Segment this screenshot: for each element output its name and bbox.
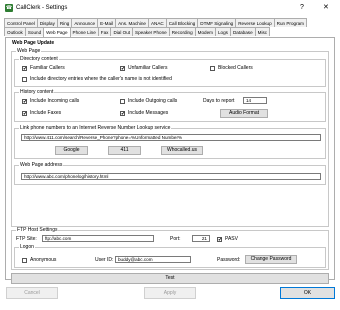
lookup-group: Link phone numbers to an Internet Revers… — [14, 125, 326, 159]
include-faxes-label: Include Faxes — [30, 110, 62, 116]
incoming-calls-checkbox[interactable]: ✔ — [22, 99, 27, 105]
tab-ring[interactable]: Ring — [56, 18, 73, 27]
tab-misc[interactable]: Misc — [254, 27, 271, 36]
tab-ans-machine[interactable]: Ans. Machine — [115, 18, 149, 27]
change-password-button[interactable]: Change Password — [245, 255, 297, 264]
web-page-address-input[interactable]: http://www.abc.com/phonelog/history.html — [21, 173, 321, 180]
ftp-group: FTP Host Settings FTP Site: ftp://abc.co… — [11, 227, 329, 270]
tab-database[interactable]: Database — [229, 27, 256, 36]
ok-button[interactable]: OK — [280, 287, 335, 299]
outgoing-calls-label: Include Outgoing calls — [128, 98, 178, 104]
pasv-label: PASV — [225, 236, 238, 242]
tab-control-panel[interactable]: Control Panel — [4, 18, 38, 27]
tab-row-1: Control Panel Display Ring Announce E-Mail An… — [4, 18, 307, 27]
web-page-panel: Web Page Update Web Page Directory conte… — [5, 37, 335, 284]
title-bar: ☎ CallClerk - Settings ? ✕ — [0, 0, 340, 16]
days-to-report-label: Days to report — [203, 98, 235, 104]
blocked-callers-checkbox[interactable] — [210, 66, 215, 71]
history-group: History content ✔ Include Incoming calls… — [14, 89, 326, 122]
tab-reverse-lookup[interactable]: Reverse Lookup — [235, 18, 275, 27]
include-faxes-checkbox[interactable]: ✔ — [22, 111, 27, 117]
tab-logs[interactable]: Logs — [215, 27, 231, 36]
tab-speaker-phone[interactable]: Speaker Phone — [132, 27, 170, 36]
include-messages-checkbox[interactable]: ✔ — [120, 111, 125, 117]
include-unidentified-label: Include directory entries where the call… — [30, 76, 172, 82]
user-id-input[interactable]: buddy@abc.com — [115, 256, 191, 263]
address-group: Web Page address http://www.abc.com/phon… — [14, 162, 326, 185]
address-legend: Web Page address — [19, 162, 64, 168]
unfamiliar-callers-label: Unfamiliar Callers — [128, 65, 168, 71]
pasv-checkbox[interactable]: ✔ — [217, 237, 222, 243]
tab-e-mail[interactable]: E-Mail — [97, 18, 117, 27]
include-unidentified-checkbox[interactable] — [22, 77, 27, 82]
tab-phone-line[interactable]: Phone Line — [69, 27, 99, 36]
tab-outlook[interactable]: Outlook — [4, 27, 26, 36]
lookup-legend: Link phone numbers to an Internet Revers… — [19, 125, 172, 131]
tab-fax[interactable]: Fax — [97, 27, 112, 36]
days-to-report-input[interactable]: 14 — [243, 97, 267, 104]
tab-dtmf-signaling[interactable]: DTMF Signaling — [197, 18, 237, 27]
unfamiliar-callers-checkbox[interactable]: ✔ — [120, 66, 125, 72]
anonymous-label: Anonymous — [30, 257, 57, 263]
tab-call-blocking[interactable]: Call Blocking — [165, 18, 199, 27]
window-title: CallClerk - Settings — [16, 5, 68, 11]
panel-title: Web Page Update — [12, 40, 55, 46]
user-id-label: User ID: — [95, 257, 114, 263]
include-messages-label: Include Messages — [128, 110, 169, 116]
411-button[interactable]: 411 — [108, 146, 141, 155]
lookup-url-input[interactable]: http://www.411.com/search/Reverse_Phone?… — [21, 134, 321, 141]
incoming-calls-label: Include Incoming calls — [30, 98, 80, 104]
google-button[interactable]: Google — [55, 146, 88, 155]
ftp-legend: FTP Host Settings — [16, 227, 59, 233]
web-page-legend: Web Page — [16, 48, 42, 54]
close-button[interactable]: ✕ — [323, 3, 329, 12]
outgoing-calls-checkbox[interactable] — [120, 99, 125, 104]
port-label: Port: — [170, 236, 181, 242]
help-button[interactable]: ? — [300, 3, 304, 12]
tab-anac[interactable]: ANAC — [147, 18, 167, 27]
audio-format-button[interactable]: Audio Format — [220, 109, 268, 118]
port-input[interactable]: 21 — [192, 235, 210, 242]
history-legend: History content — [19, 89, 55, 95]
directory-group: Directory content ✔ Familiar Callers ✔ U… — [14, 56, 326, 87]
tab-run-program[interactable]: Run Program — [273, 18, 307, 27]
web-page-group: Web Page Directory content ✔ Familiar Ca… — [11, 48, 329, 227]
password-label: Password: — [217, 257, 241, 263]
ftp-site-label: FTP Site: — [16, 236, 37, 242]
blocked-callers-label: Blocked Callers — [218, 65, 253, 71]
cancel-button[interactable]: Cancel — [6, 287, 58, 299]
tab-announce[interactable]: Announce — [71, 18, 99, 27]
apply-button[interactable]: Apply — [144, 287, 196, 299]
tab-recording[interactable]: Recording — [168, 27, 196, 36]
familiar-callers-checkbox[interactable]: ✔ — [22, 66, 27, 72]
ftp-site-input[interactable]: ftp://abc.com — [42, 235, 154, 242]
directory-legend: Directory content — [19, 56, 59, 62]
anonymous-checkbox[interactable] — [22, 258, 27, 263]
tab-row-2: Outlook Sound Web Page Phone Line Fax Dial Ou… — [4, 27, 271, 37]
tab-dial-out[interactable]: Dial Out — [110, 27, 134, 36]
tab-sound[interactable]: Sound — [24, 27, 45, 36]
tab-modem[interactable]: Modem — [194, 27, 216, 36]
app-icon: ☎ — [5, 4, 13, 12]
test-button[interactable]: Test — [11, 273, 329, 284]
tab-display[interactable]: Display — [36, 18, 58, 27]
logon-group: Logon Anonymous User ID: buddy@abc.com P… — [14, 244, 326, 268]
tab-web-page[interactable]: Web Page — [43, 27, 71, 37]
familiar-callers-label: Familiar Callers — [30, 65, 65, 71]
logon-legend: Logon — [19, 244, 35, 250]
whocalled-button[interactable]: Whocalled.us — [161, 146, 203, 155]
